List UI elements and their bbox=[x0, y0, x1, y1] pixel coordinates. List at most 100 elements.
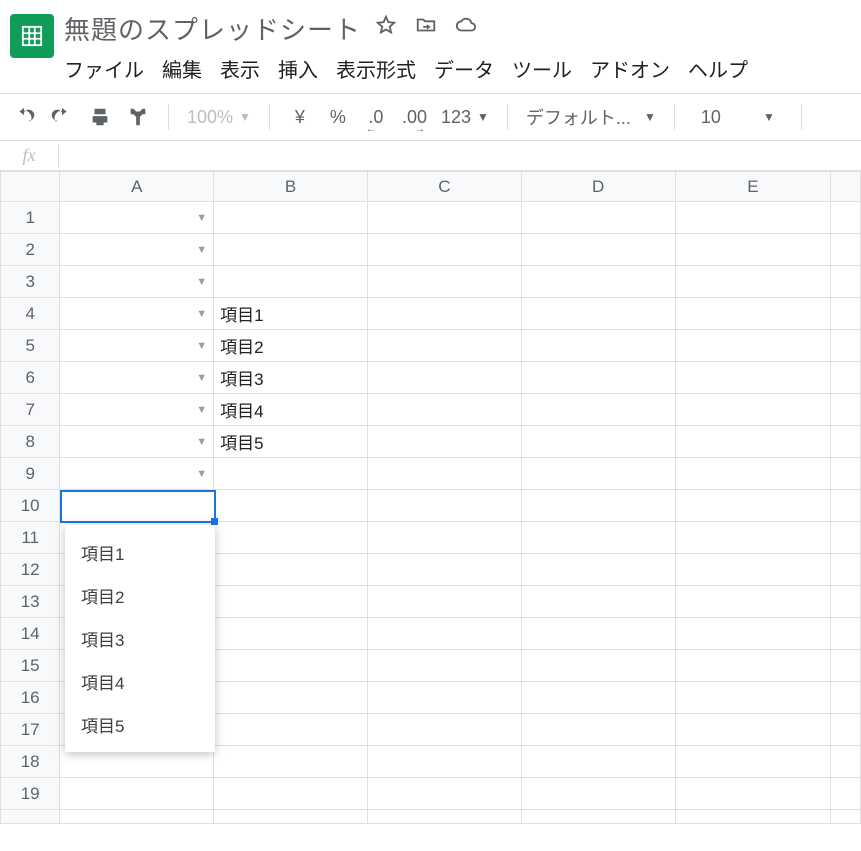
cell[interactable] bbox=[831, 490, 861, 522]
cell[interactable] bbox=[831, 394, 861, 426]
cell[interactable] bbox=[831, 266, 861, 298]
cell-B8[interactable]: 項目5 bbox=[214, 426, 368, 458]
menu-file[interactable]: ファイル bbox=[64, 54, 144, 83]
cell[interactable] bbox=[831, 426, 861, 458]
cell-D3[interactable] bbox=[521, 266, 675, 298]
cell-C1[interactable] bbox=[368, 202, 522, 234]
cell-C3[interactable] bbox=[368, 266, 522, 298]
menu-insert[interactable]: 挿入 bbox=[278, 54, 318, 83]
cell-C6[interactable] bbox=[368, 362, 522, 394]
cell[interactable] bbox=[831, 458, 861, 490]
cell-C14[interactable] bbox=[368, 618, 522, 650]
cell-D12[interactable] bbox=[521, 554, 675, 586]
cell-C13[interactable] bbox=[368, 586, 522, 618]
dropdown-arrow-icon[interactable]: ▼ bbox=[196, 276, 207, 288]
cloud-status-icon[interactable] bbox=[455, 14, 477, 42]
cell[interactable] bbox=[831, 810, 861, 824]
cell-B17[interactable] bbox=[214, 714, 368, 746]
cell[interactable] bbox=[831, 362, 861, 394]
cell-D18[interactable] bbox=[521, 746, 675, 778]
dropdown-option[interactable]: 項目3 bbox=[65, 617, 215, 660]
cell-B3[interactable] bbox=[214, 266, 368, 298]
menu-view[interactable]: 表示 bbox=[220, 54, 260, 83]
cell[interactable] bbox=[368, 810, 522, 824]
row-header[interactable]: 18 bbox=[1, 746, 60, 778]
cell[interactable] bbox=[831, 586, 861, 618]
cell-A9[interactable]: ▼ bbox=[60, 458, 214, 490]
redo-button[interactable] bbox=[50, 103, 74, 131]
cell-C7[interactable] bbox=[368, 394, 522, 426]
cell-D19[interactable] bbox=[521, 778, 675, 810]
spreadsheet-grid[interactable]: A B C D E 1▼2▼3▼4▼項目15▼項目26▼項目37▼項目48▼項目… bbox=[0, 171, 861, 824]
column-header[interactable]: B bbox=[214, 172, 368, 202]
cell[interactable] bbox=[831, 522, 861, 554]
column-header[interactable]: E bbox=[675, 172, 831, 202]
cell-D14[interactable] bbox=[521, 618, 675, 650]
cell-A4[interactable]: ▼ bbox=[60, 298, 214, 330]
cell-C2[interactable] bbox=[368, 234, 522, 266]
cell-A5[interactable]: ▼ bbox=[60, 330, 214, 362]
cell-D17[interactable] bbox=[521, 714, 675, 746]
cell[interactable] bbox=[831, 618, 861, 650]
cell-B16[interactable] bbox=[214, 682, 368, 714]
cell-E7[interactable] bbox=[675, 394, 831, 426]
cell[interactable] bbox=[831, 554, 861, 586]
print-button[interactable] bbox=[88, 103, 112, 131]
menu-addons[interactable]: アドオン bbox=[590, 54, 670, 83]
cell-E10[interactable] bbox=[675, 490, 831, 522]
dropdown-arrow-icon[interactable]: ▼ bbox=[196, 308, 207, 320]
cell-C12[interactable] bbox=[368, 554, 522, 586]
cell-B19[interactable] bbox=[214, 778, 368, 810]
cell-E17[interactable] bbox=[675, 714, 831, 746]
dropdown-option[interactable]: 項目5 bbox=[65, 703, 215, 746]
cell-B15[interactable] bbox=[214, 650, 368, 682]
dropdown-arrow-icon[interactable]: ▼ bbox=[196, 340, 207, 352]
row-header[interactable]: 17 bbox=[1, 714, 60, 746]
cell-A3[interactable]: ▼ bbox=[60, 266, 214, 298]
number-format-dropdown[interactable]: 123 ▼ bbox=[441, 107, 489, 128]
cell-E9[interactable] bbox=[675, 458, 831, 490]
cell-A10[interactable] bbox=[60, 490, 214, 522]
cell-B14[interactable] bbox=[214, 618, 368, 650]
cell-E18[interactable] bbox=[675, 746, 831, 778]
cell-E1[interactable] bbox=[675, 202, 831, 234]
column-header[interactable] bbox=[831, 172, 861, 202]
row-header[interactable]: 12 bbox=[1, 554, 60, 586]
cell-E5[interactable] bbox=[675, 330, 831, 362]
cell-D8[interactable] bbox=[521, 426, 675, 458]
menu-format[interactable]: 表示形式 bbox=[336, 54, 416, 83]
cell-B10[interactable] bbox=[214, 490, 368, 522]
cell-B4[interactable]: 項目1 bbox=[214, 298, 368, 330]
cell[interactable] bbox=[521, 810, 675, 824]
row-header[interactable]: 1 bbox=[1, 202, 60, 234]
cell-B18[interactable] bbox=[214, 746, 368, 778]
row-header[interactable]: 6 bbox=[1, 362, 60, 394]
cell-E4[interactable] bbox=[675, 298, 831, 330]
dropdown-arrow-icon[interactable]: ▼ bbox=[196, 212, 207, 224]
move-icon[interactable] bbox=[415, 14, 437, 42]
row-header[interactable]: 16 bbox=[1, 682, 60, 714]
cell-D11[interactable] bbox=[521, 522, 675, 554]
font-family-dropdown[interactable]: デフォルト... ▼ bbox=[526, 104, 656, 130]
cell-C10[interactable] bbox=[368, 490, 522, 522]
cell[interactable] bbox=[831, 746, 861, 778]
cell[interactable] bbox=[831, 650, 861, 682]
column-header[interactable]: A bbox=[60, 172, 214, 202]
menu-edit[interactable]: 編集 bbox=[162, 54, 202, 83]
cell-A8[interactable]: ▼ bbox=[60, 426, 214, 458]
cell-D9[interactable] bbox=[521, 458, 675, 490]
decrease-decimal-button[interactable]: .0 ← bbox=[364, 103, 388, 131]
cell-D13[interactable] bbox=[521, 586, 675, 618]
row-header[interactable]: 10 bbox=[1, 490, 60, 522]
cell-E19[interactable] bbox=[675, 778, 831, 810]
cell-E3[interactable] bbox=[675, 266, 831, 298]
row-header[interactable]: 2 bbox=[1, 234, 60, 266]
cell-A6[interactable]: ▼ bbox=[60, 362, 214, 394]
cell-C4[interactable] bbox=[368, 298, 522, 330]
cell-C16[interactable] bbox=[368, 682, 522, 714]
cell-B1[interactable] bbox=[214, 202, 368, 234]
cell-C8[interactable] bbox=[368, 426, 522, 458]
row-header[interactable]: 14 bbox=[1, 618, 60, 650]
row-header[interactable]: 8 bbox=[1, 426, 60, 458]
dropdown-option[interactable]: 項目1 bbox=[65, 531, 215, 574]
